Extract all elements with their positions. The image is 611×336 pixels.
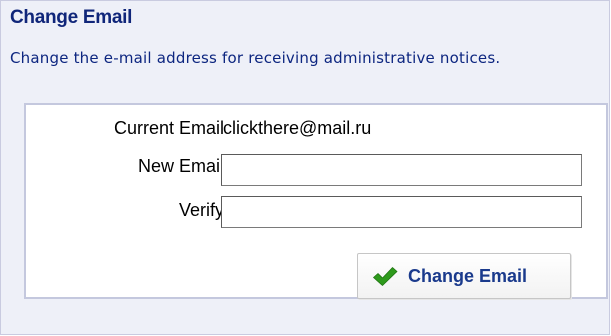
panel-title: Change Email — [10, 7, 133, 28]
change-email-panel: Change Email Change the e-mail address f… — [0, 0, 610, 335]
panel-description: Change the e-mail address for receiving … — [10, 49, 501, 67]
change-email-button-label: Change Email — [408, 265, 528, 286]
verify-email-label: Verify — [178, 200, 224, 220]
checkmark-icon — [373, 267, 398, 286]
new-email-label: New Email — [137, 156, 224, 176]
current-email-label: Current Email — [113, 118, 224, 138]
current-email-value: clickthere@mail.ru — [223, 118, 372, 138]
change-email-button[interactable]: Change Email — [357, 253, 571, 299]
verify-email-input[interactable] — [221, 196, 582, 228]
new-email-input[interactable] — [221, 154, 582, 186]
change-email-form: Current Email clickthere@mail.ru New Ema… — [24, 103, 608, 299]
